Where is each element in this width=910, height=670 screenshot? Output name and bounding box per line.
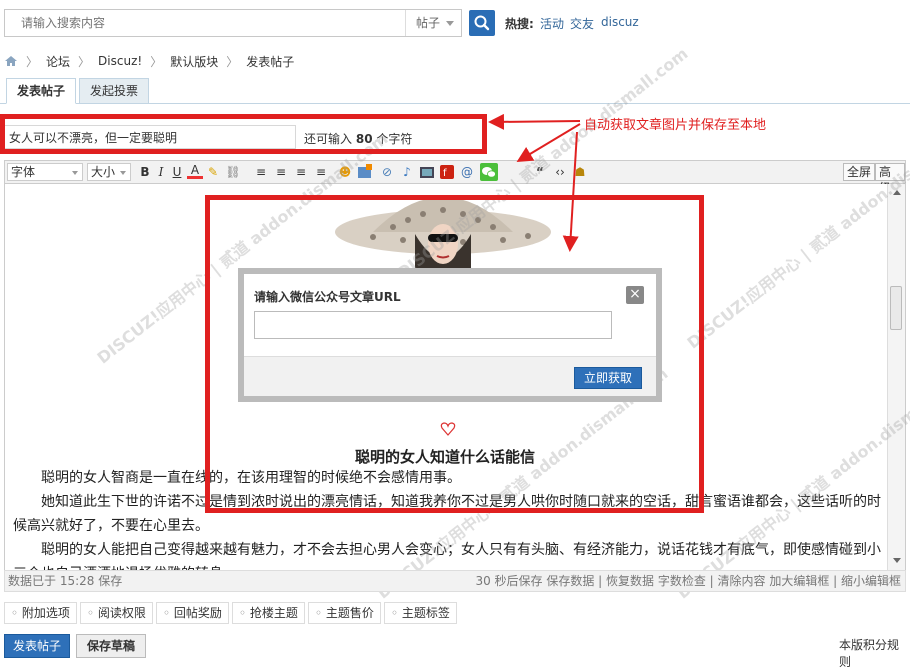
arrow-icon xyxy=(488,113,581,130)
arrow-icon xyxy=(516,123,581,163)
arrow-icon xyxy=(562,131,579,252)
annotation-arrows xyxy=(488,113,581,252)
